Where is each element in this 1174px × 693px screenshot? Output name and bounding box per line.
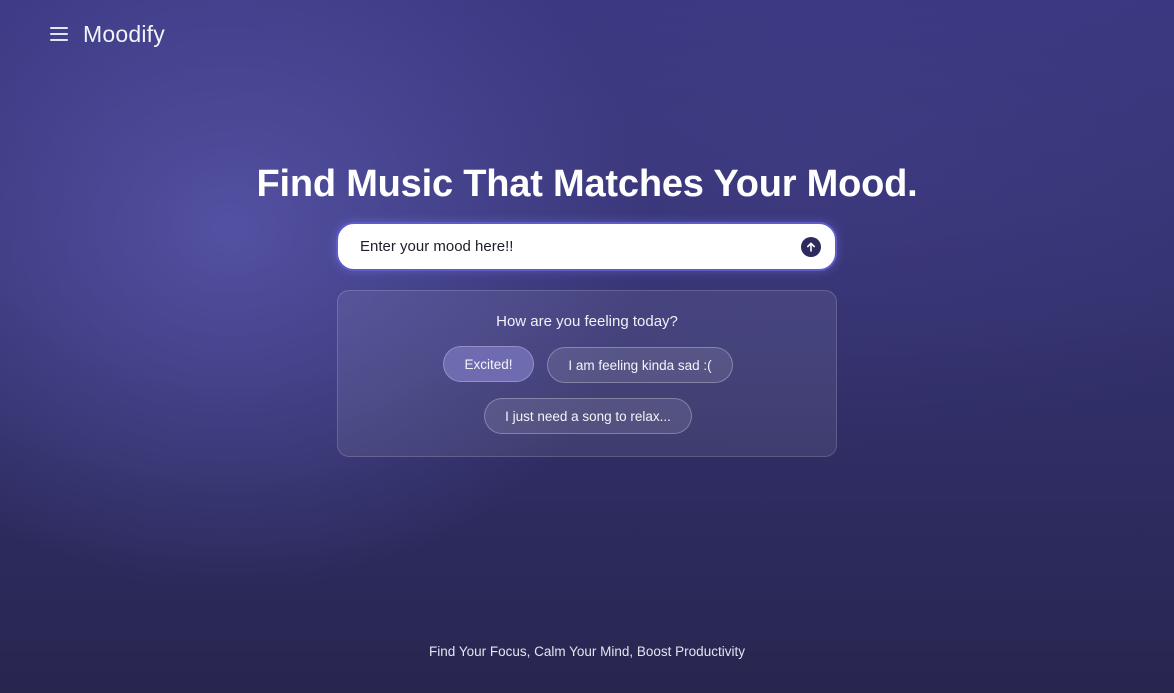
- suggestion-chip-relax[interactable]: I just need a song to relax...: [484, 398, 692, 434]
- suggestion-chip-sad[interactable]: I am feeling kinda sad :(: [547, 347, 733, 383]
- footer-tagline: Find Your Focus, Calm Your Mind, Boost P…: [429, 644, 745, 659]
- suggestion-chip-excited[interactable]: Excited!: [443, 346, 534, 382]
- page-headline: Find Music That Matches Your Mood.: [256, 163, 918, 206]
- mood-suggestions-panel: How are you feeling today? Excited! I am…: [337, 290, 837, 457]
- submit-mood-button[interactable]: [801, 236, 821, 257]
- mood-input[interactable]: [358, 237, 801, 256]
- top-bar: Moodify: [50, 18, 165, 50]
- app-title: Moodify: [83, 20, 165, 47]
- arrow-up-circle-icon: [807, 242, 815, 252]
- suggestions-title: How are you feeling today?: [496, 313, 678, 330]
- hamburger-menu-icon[interactable]: [50, 27, 68, 41]
- mood-search-box: [336, 222, 837, 271]
